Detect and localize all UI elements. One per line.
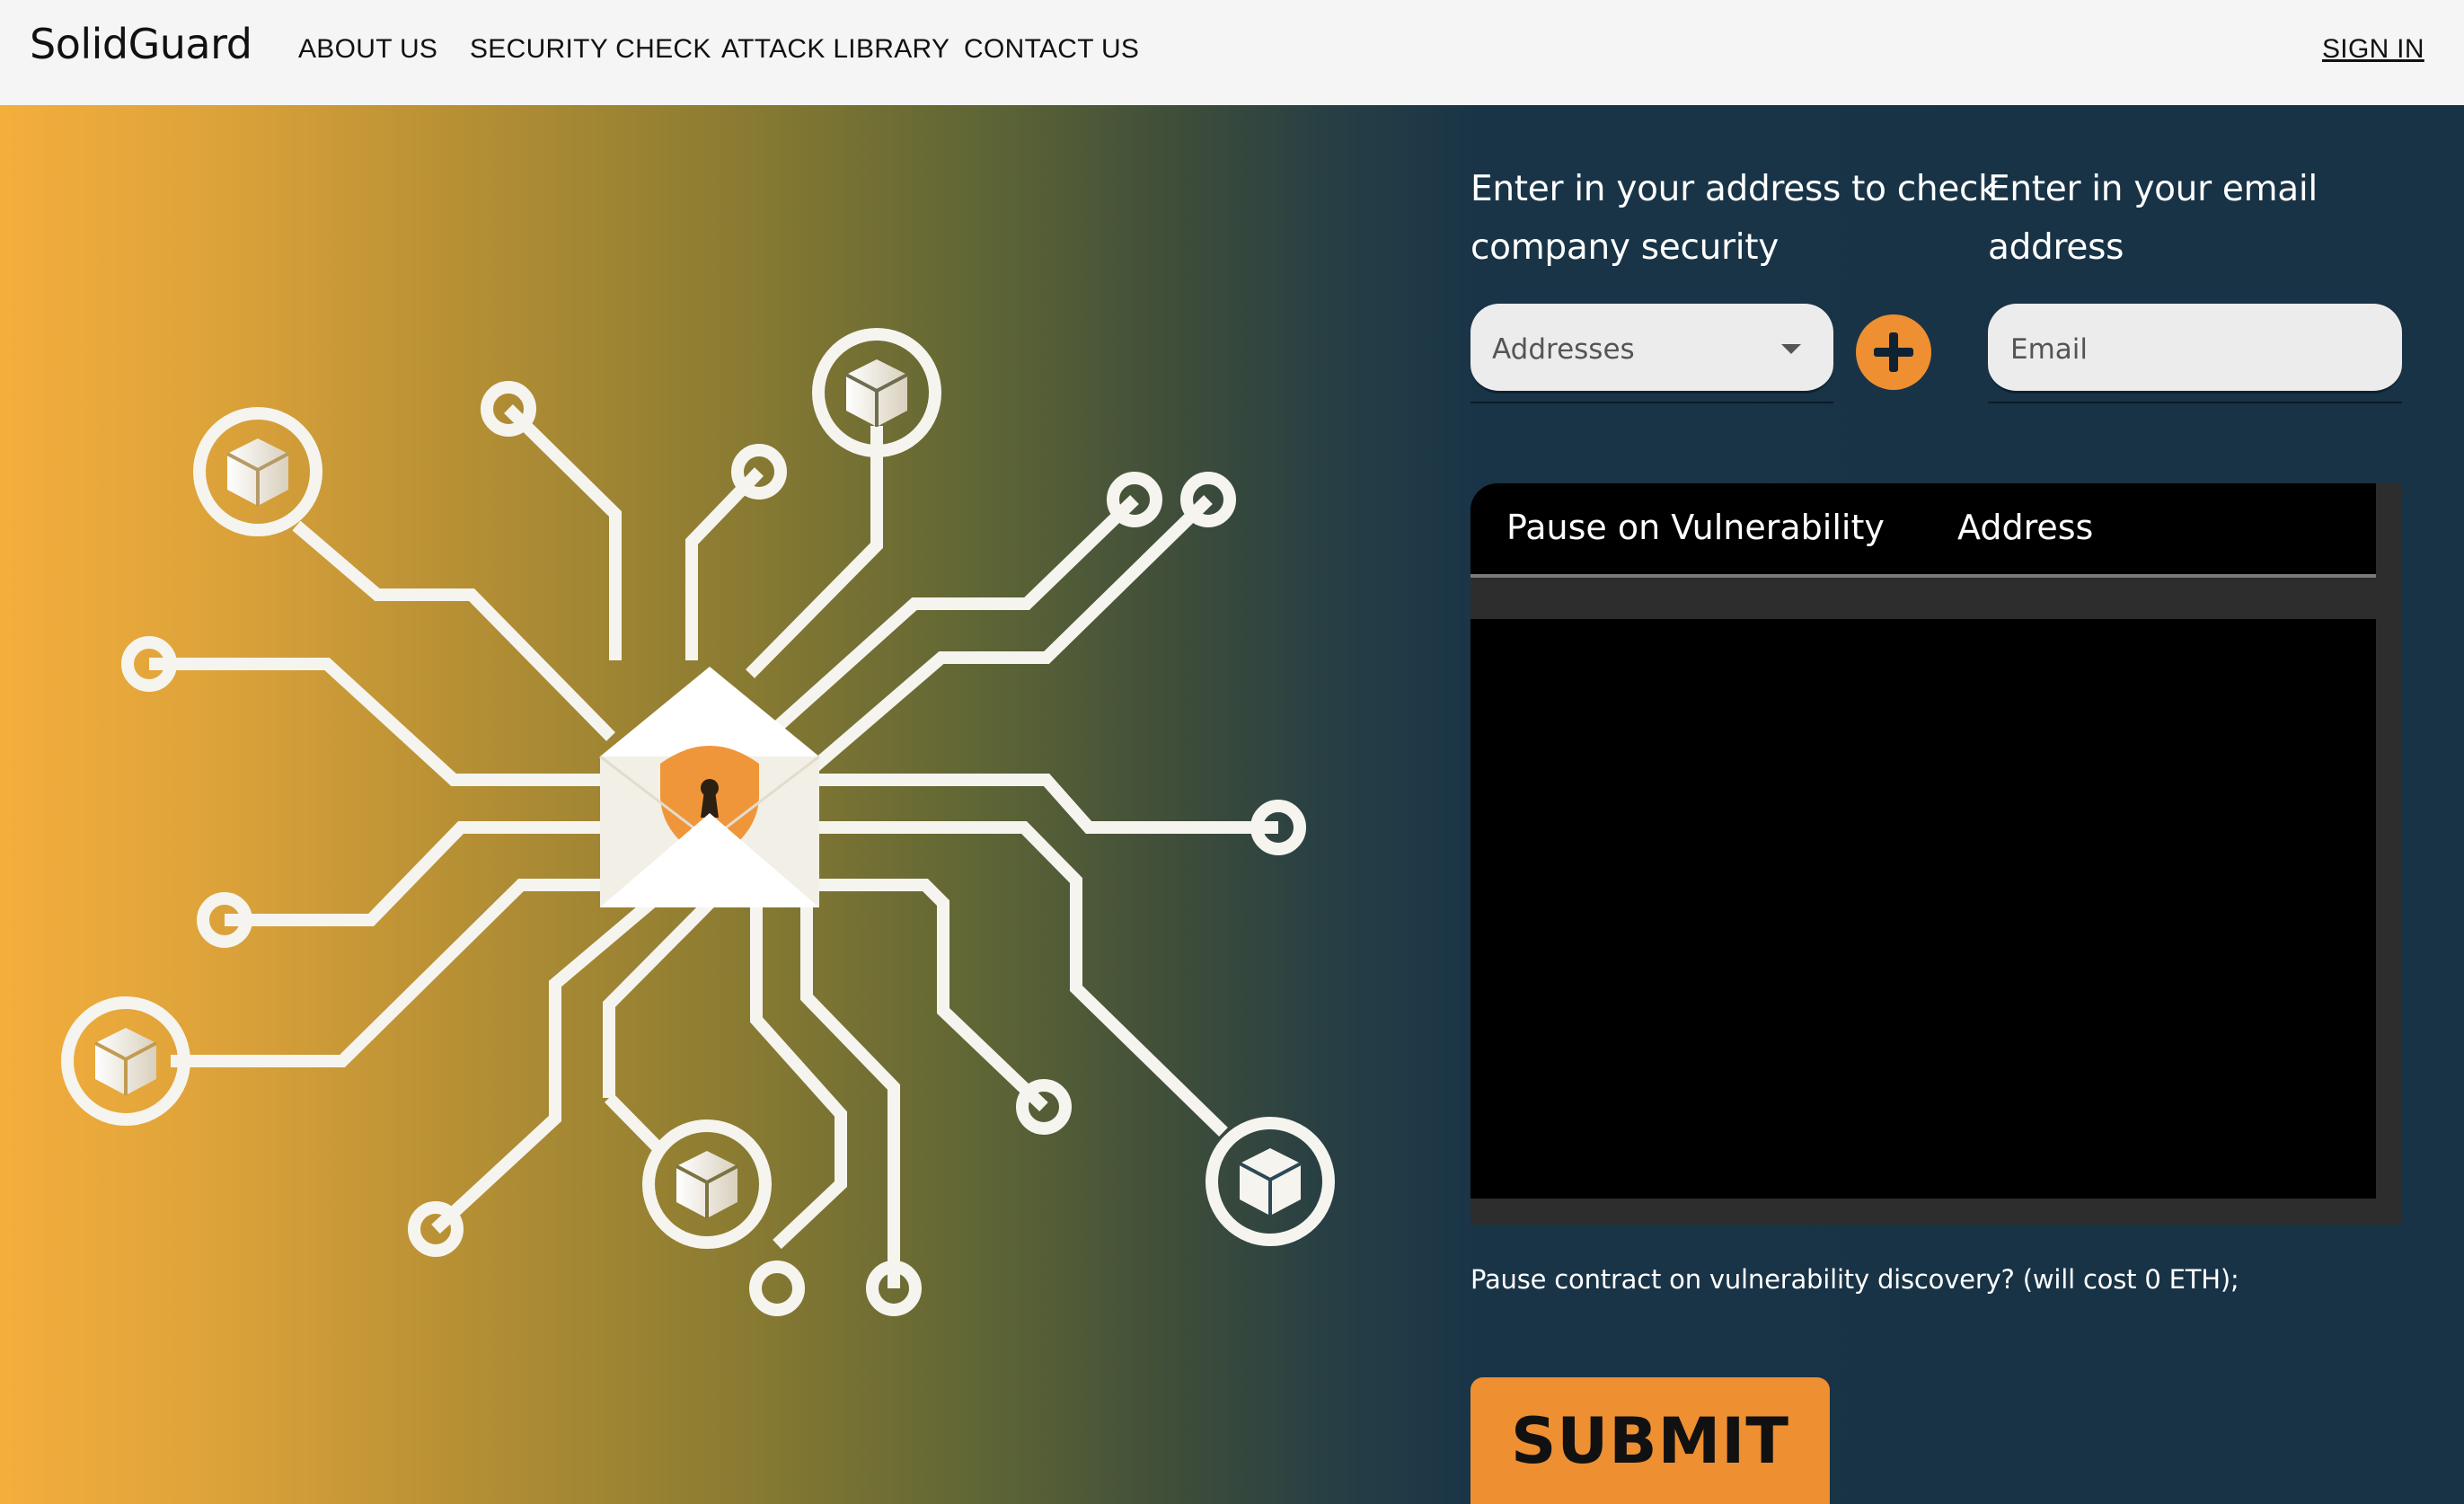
circuit-line: [149, 658, 600, 786]
nav-contact-us[interactable]: CONTACT US: [964, 34, 1139, 65]
pause-note: Pause contract on vulnerability discover…: [1470, 1264, 2239, 1295]
email-underline: [1988, 402, 2402, 403]
email-label: Enter in your email address: [1988, 169, 2318, 268]
circuit-line: [746, 426, 883, 678]
circuit-line: [225, 821, 600, 926]
top-nav: SolidGuard ABOUT US SECURITY CHECK ATTAC…: [0, 0, 2464, 105]
plus-icon[interactable]: [1856, 314, 1931, 390]
circuit-line: [504, 404, 622, 660]
column-header-address[interactable]: Address: [1957, 508, 2093, 547]
submit-button[interactable]: SUBMIT: [1470, 1377, 1830, 1504]
addresses-select[interactable]: Addresses: [1470, 304, 1833, 394]
circuit-line: [770, 494, 1139, 735]
nav-about-us[interactable]: ABOUT US: [298, 34, 437, 65]
nav-security-check[interactable]: SECURITY CHECK: [470, 34, 711, 65]
email-placeholder: Email: [2010, 333, 2089, 366]
circuit-line: [605, 1093, 665, 1155]
cube-icon: [1206, 1117, 1335, 1246]
address-label: Enter in your address to check: [1470, 169, 1999, 209]
cube-icon: [61, 996, 190, 1126]
circuit-line: [819, 879, 1048, 1112]
circuit-line: [685, 467, 764, 660]
table-body: [1470, 619, 2376, 1199]
addresses-underline: [1470, 402, 1833, 403]
sign-in-link[interactable]: SIGN IN: [2322, 34, 2424, 65]
cube-icon: [193, 407, 322, 536]
chevron-down-icon[interactable]: [1781, 344, 1801, 354]
email-field[interactable]: Email: [1988, 304, 2402, 394]
circuit-line: [292, 520, 615, 741]
cube-icon: [642, 1119, 772, 1249]
circuit-illustration: [61, 328, 1335, 1316]
brand-logo[interactable]: SolidGuard: [30, 20, 252, 68]
nav-attack-library[interactable]: ATTACK LIBRARY: [721, 34, 949, 65]
node-dot: [749, 1261, 805, 1316]
address-label-line2: company security: [1470, 227, 1780, 268]
shield-lock-envelope-icon: [599, 667, 820, 907]
column-header-pause[interactable]: Pause on Vulnerability: [1506, 508, 1885, 547]
table-header: Pause on Vulnerability Address: [1470, 483, 2376, 578]
addresses-placeholder: Addresses: [1492, 333, 1635, 366]
circuit-line: [819, 774, 1278, 834]
table-divider: [1470, 578, 2376, 596]
addresses-table: Pause on Vulnerability Address: [1470, 483, 2402, 1225]
table-scrollbar[interactable]: [2376, 483, 2402, 1225]
